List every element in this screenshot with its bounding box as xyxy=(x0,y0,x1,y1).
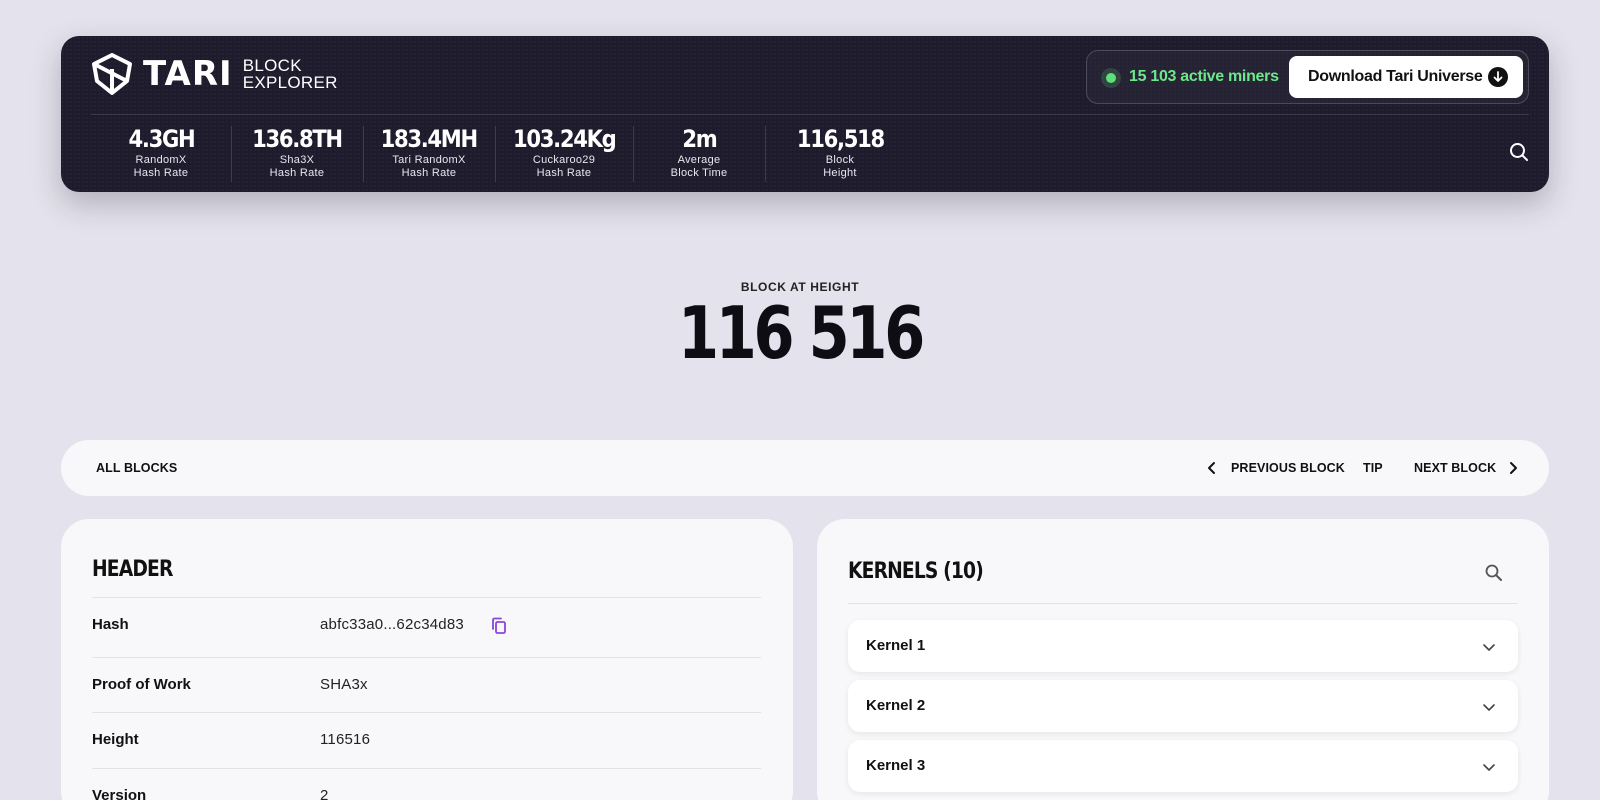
chevron-down-icon xyxy=(1483,704,1495,711)
stat-label: Average xyxy=(677,154,721,166)
kernels-card: KERNELS (10) Kernel 1 Kernel 2 Kernel 3 xyxy=(817,519,1549,800)
stat-value: 136.8TH xyxy=(252,125,343,153)
row-key: Version xyxy=(92,787,147,800)
stat-label: Cuckaroo29 xyxy=(532,154,596,166)
chevron-right-icon xyxy=(1510,462,1518,474)
stat-cuckaroo29-hashrate: 103.24Kg Cuckaroo29 Hash Rate xyxy=(495,120,633,184)
all-blocks-link[interactable]: ALL BLOCKS xyxy=(96,440,177,496)
header-row-version: Version 2 xyxy=(92,768,761,800)
stat-value: 103.24Kg xyxy=(512,125,617,153)
stat-label: Tari RandomX xyxy=(392,154,466,166)
stat-label: Block Time xyxy=(670,167,728,179)
search-icon[interactable] xyxy=(1484,563,1504,583)
header-row-proof-of-work: Proof of Work SHA3x xyxy=(92,657,761,713)
online-status-icon xyxy=(1101,68,1121,88)
kernels-card-title: KERNELS (10) xyxy=(848,559,984,584)
tari-logo[interactable]: TARI BLOCK EXPLORER xyxy=(91,53,338,95)
next-block-link[interactable]: NEXT BLOCK xyxy=(1414,440,1520,496)
active-miners-count: 15 103 active miners xyxy=(1129,68,1279,85)
kernel-item[interactable]: Kernel 1 xyxy=(848,620,1518,672)
row-value: abfc33a0...62c34d83 xyxy=(320,616,464,633)
kernel-item[interactable]: Kernel 2 xyxy=(848,680,1518,732)
kernel-item[interactable]: Kernel 3 xyxy=(848,740,1518,792)
stat-label: Sha3X xyxy=(279,154,315,166)
tip-label: TIP xyxy=(1363,461,1383,475)
kernel-label: Kernel 1 xyxy=(866,637,926,654)
stat-label: Hash Rate xyxy=(536,167,592,179)
top-header: TARI BLOCK EXPLORER 15 103 active miners… xyxy=(61,36,1549,192)
stat-label: Hash Rate xyxy=(133,167,189,179)
chevron-down-icon xyxy=(1483,644,1495,651)
arrow-down-circle-icon xyxy=(1488,67,1508,87)
stat-block-height: 116,518 Block Height xyxy=(765,120,915,184)
chevron-down-icon xyxy=(1483,764,1495,771)
download-button-label: Download Tari Universe xyxy=(1308,68,1483,85)
stat-tari-randomx-hashrate: 183.4MH Tari RandomX Hash Rate xyxy=(363,120,495,184)
stat-label: Hash Rate xyxy=(269,167,325,179)
kernel-label: Kernel 3 xyxy=(866,757,926,774)
stat-sha3x-hashrate: 136.8TH Sha3X Hash Rate xyxy=(231,120,363,184)
next-block-label: NEXT BLOCK xyxy=(1414,461,1497,475)
header-card-title: HEADER xyxy=(92,557,173,582)
stat-value: 4.3GH xyxy=(128,125,195,153)
row-key: Height xyxy=(92,731,139,748)
block-height-value: 116 516 xyxy=(677,291,925,375)
miners-panel: 15 103 active miners Download Tari Unive… xyxy=(1086,50,1529,104)
kernel-label: Kernel 2 xyxy=(866,697,926,714)
row-key: Proof of Work xyxy=(92,676,191,693)
previous-block-link[interactable]: PREVIOUS BLOCK xyxy=(1205,440,1345,496)
tip-link[interactable]: TIP xyxy=(1363,440,1383,496)
stat-label: Hash Rate xyxy=(401,167,457,179)
stat-randomx-hashrate: 4.3GH RandomX Hash Rate xyxy=(91,120,231,184)
block-navigation: ALL BLOCKS PREVIOUS BLOCK TIP NEXT BLOCK xyxy=(61,440,1549,496)
stat-label: RandomX xyxy=(135,154,187,166)
previous-block-label: PREVIOUS BLOCK xyxy=(1231,461,1345,475)
header-card: HEADER Hash abfc33a0...62c34d83 Proof of… xyxy=(61,519,793,800)
stat-average-block-time: 2m Average Block Time xyxy=(633,120,765,184)
row-key: Hash xyxy=(92,616,129,633)
stat-value: 116,518 xyxy=(796,125,885,153)
chevron-left-icon xyxy=(1208,462,1215,474)
brand-subtitle-line1: BLOCK xyxy=(242,56,302,75)
row-value: 116516 xyxy=(320,731,371,748)
brand-name: TARI xyxy=(143,54,233,94)
kernels-divider xyxy=(848,603,1518,604)
tari-logo-icon xyxy=(92,53,132,95)
header-row-hash: Hash abfc33a0...62c34d83 xyxy=(92,597,761,653)
stat-value: 183.4MH xyxy=(380,125,479,153)
row-value: 2 xyxy=(320,787,329,800)
header-row-height: Height 116516 xyxy=(92,712,761,768)
copy-icon[interactable] xyxy=(491,617,507,635)
header-divider xyxy=(91,114,1529,115)
stat-label: Block xyxy=(825,154,855,166)
search-icon[interactable] xyxy=(1509,142,1529,162)
stat-label: Height xyxy=(823,167,857,179)
network-stats: 4.3GH RandomX Hash Rate 136.8TH Sha3X Ha… xyxy=(91,120,915,184)
stat-value: 2m xyxy=(681,125,717,153)
row-value: SHA3x xyxy=(320,676,368,693)
all-blocks-label: ALL BLOCKS xyxy=(96,461,178,475)
brand-subtitle-line2: EXPLORER xyxy=(242,73,338,92)
download-tari-universe-button[interactable]: Download Tari Universe xyxy=(1289,56,1523,98)
brand-subtitle: BLOCK EXPLORER xyxy=(243,57,338,91)
